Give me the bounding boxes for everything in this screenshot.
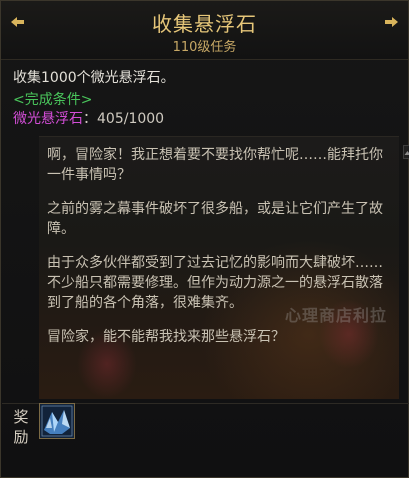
dialog-paragraph: 由于众多伙伴都受到了过去记忆的影响而大肆破坏……不少船只都需要修理。但作为动力源…: [47, 255, 383, 311]
progress-current: 405: [97, 111, 124, 127]
item-name[interactable]: 微光悬浮石: [13, 111, 83, 127]
right-arrow-icon[interactable]: [384, 14, 398, 28]
progress-separator: ：: [83, 111, 97, 127]
dialog-paragraph: 之前的雾之幕事件破坏了很多船，或是让它们产生了故障。: [47, 201, 383, 237]
quest-level-subtitle: 110级任务: [172, 40, 237, 55]
dialog-paragraphs: 啊，冒险家！我正想着要不要找你帮忙呢……能拜托你一件事情吗？ 之前的雾之幕事件破…: [47, 145, 392, 361]
dialog-paragraph: 冒险家，能不能帮我找来那些悬浮石？: [47, 329, 285, 345]
dialog-paragraph: 啊，冒险家！我正想着要不要找你帮忙呢……能拜托你一件事情吗？: [47, 147, 383, 183]
completion-condition-label: <完成条件>: [13, 92, 93, 108]
objective-text: 收集1000个微光悬浮石。: [13, 70, 175, 86]
scroll-up-button[interactable]: [403, 145, 409, 159]
progress-total: 1000: [128, 111, 165, 127]
quest-title: 收集悬浮石: [152, 12, 257, 36]
reward-label: 奖励: [13, 408, 29, 446]
quest-header: 收集悬浮石 110级任务: [1, 1, 408, 60]
progress-row: 微光悬浮石：405/1000: [13, 108, 164, 128]
quest-panel: 收集悬浮石 110级任务 收集1000个微光悬浮石。 <完成条件> 微光悬浮石：…: [0, 0, 409, 478]
npc-dialog: 心理商店利拉 啊，冒险家！我正想着要不要找你帮忙呢……能拜托你一件事情吗？ 之前…: [39, 136, 399, 399]
scroll-up-icon: [404, 151, 409, 155]
reward-item-slot[interactable]: [39, 403, 75, 439]
crystal-item-icon: [40, 404, 74, 438]
